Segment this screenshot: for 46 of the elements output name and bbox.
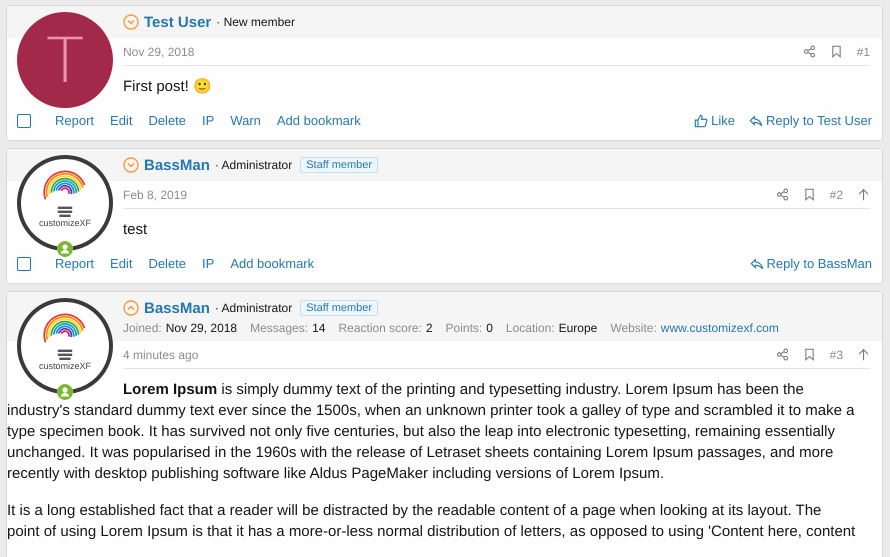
stat-value: Europe (558, 321, 598, 335)
logo-caption: customizeXF (38, 361, 91, 371)
action-link[interactable]: Report (55, 113, 94, 128)
post-date[interactable]: Feb 8, 2019 (123, 188, 188, 202)
post-text: It is a long established fact that a reader will be distracted by the readable content of a page when looking at its layout. The point of using Lorem Ipsum is that it has a more-or-less normal distribution of letters, as opposed to using 'Content here, content (7, 501, 856, 542)
action-link[interactable]: IP (202, 113, 214, 128)
staff-badge: Staff member (300, 300, 378, 316)
action-link[interactable]: Report (55, 256, 94, 271)
reply-link[interactable]: Reply to BassMan (750, 256, 872, 271)
username-link[interactable]: BassMan (144, 300, 210, 316)
post-number[interactable]: #2 (830, 188, 843, 202)
action-link[interactable]: Warn (230, 113, 261, 128)
stat-label: Website: (610, 321, 657, 335)
username-link[interactable]: Test User (144, 14, 212, 30)
reply-link[interactable]: Reply to Test User (749, 113, 872, 128)
stat-value: Nov 29, 2018 (166, 321, 238, 335)
user-title: · Administrator (214, 301, 292, 315)
stat-value: 14 (312, 321, 326, 335)
action-link[interactable]: Edit (110, 113, 132, 128)
user-title: · New member (216, 15, 295, 29)
post-text: test (123, 220, 148, 240)
post-text: First post! 🙂 (123, 77, 214, 97)
post-date[interactable]: 4 minutes ago (123, 348, 198, 362)
logo-caption: customizeXF (38, 218, 91, 228)
action-link[interactable]: Add bookmark (276, 113, 361, 128)
post-date[interactable]: Nov 29, 2018 (123, 44, 194, 58)
stat-label: Location: (506, 321, 555, 335)
username-link[interactable]: BassMan (144, 156, 210, 174)
action-link[interactable]: Delete (148, 256, 186, 271)
action-link[interactable]: Edit (110, 256, 132, 271)
action-link[interactable]: Delete (148, 113, 186, 128)
website-link[interactable]: www.customizexf.com (660, 321, 779, 335)
post-number[interactable]: #1 (856, 44, 870, 58)
stat-label: Reaction score: (338, 321, 422, 335)
stat-value: 2 (426, 321, 433, 335)
like-link[interactable]: Like (694, 113, 736, 128)
post-number[interactable]: #3 (830, 348, 843, 362)
action-link[interactable]: Add bookmark (230, 256, 314, 271)
stat-value: 0 (486, 321, 493, 335)
stat-label: Points: (446, 321, 482, 335)
staff-badge: Staff member (300, 157, 378, 173)
stat-label: Messages: (250, 321, 308, 335)
user-title: · Administrator (214, 158, 292, 172)
user-avatar[interactable]: T (17, 12, 113, 108)
stat-label: Joined: (123, 321, 162, 335)
action-link[interactable]: IP (202, 256, 214, 271)
